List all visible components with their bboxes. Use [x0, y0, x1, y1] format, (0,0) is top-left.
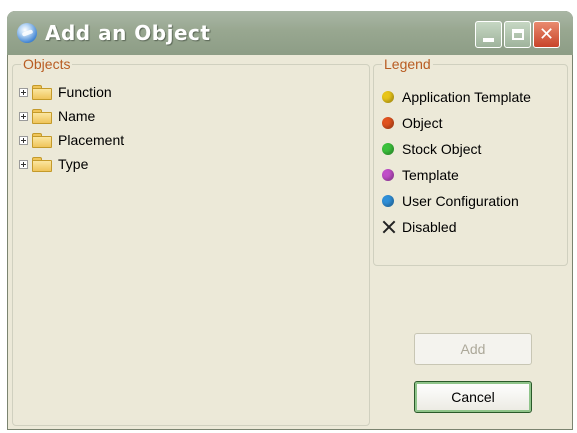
x-icon [382, 220, 396, 234]
tree-item-placement[interactable]: Placement [19, 128, 124, 152]
expand-icon[interactable] [19, 159, 28, 169]
add-object-dialog: Add an Object ✕ Objects Function Name Pl… [7, 11, 573, 430]
folder-icon [32, 157, 52, 172]
app-icon [17, 23, 37, 43]
legend-item-template: Template [382, 162, 531, 188]
legend-list: Application Template Object Stock Object… [382, 84, 531, 240]
tree-item-label: Type [58, 156, 89, 172]
legend-item-application-template: Application Template [382, 84, 531, 110]
maximize-button[interactable] [504, 21, 531, 48]
tree-item-function[interactable]: Function [19, 80, 124, 104]
legend-item-stock-object: Stock Object [382, 136, 531, 162]
legend-item-label: Object [402, 115, 443, 131]
legend-item-disabled: Disabled [382, 214, 531, 240]
tree-item-type[interactable]: Type [19, 152, 124, 176]
legend-item-user-configuration: User Configuration [382, 188, 531, 214]
folder-icon [32, 133, 52, 148]
purple-dot-icon [382, 169, 394, 181]
tree-item-label: Name [58, 108, 96, 124]
green-dot-icon [382, 143, 394, 155]
window-title: Add an Object [45, 21, 211, 45]
yellow-dot-icon [382, 91, 394, 103]
folder-icon [32, 109, 52, 124]
objects-tree: Function Name Placement Type [19, 80, 124, 176]
legend-item-label: Template [402, 167, 459, 183]
folder-icon [32, 85, 52, 100]
add-button[interactable]: Add [414, 333, 532, 365]
title-bar[interactable]: Add an Object ✕ [7, 11, 573, 55]
objects-group: Objects Function Name Placement Type [12, 56, 370, 426]
legend-item-label: User Configuration [402, 193, 519, 209]
red-dot-icon [382, 117, 394, 129]
legend-item-label: Application Template [402, 89, 531, 105]
expand-icon[interactable] [19, 135, 28, 145]
legend-item-object: Object [382, 110, 531, 136]
objects-group-label: Objects [21, 56, 73, 72]
tree-item-name[interactable]: Name [19, 104, 124, 128]
minimize-button[interactable] [475, 21, 502, 48]
legend-item-label: Disabled [402, 219, 457, 235]
blue-dot-icon [382, 195, 394, 207]
expand-icon[interactable] [19, 111, 28, 121]
maximize-icon [511, 29, 524, 40]
legend-item-label: Stock Object [402, 141, 482, 157]
legend-group-label: Legend [382, 56, 433, 72]
cancel-button[interactable]: Cancel [414, 381, 532, 413]
minimize-icon [483, 37, 494, 42]
tree-item-label: Placement [58, 132, 125, 148]
close-button[interactable]: ✕ [533, 21, 560, 48]
tree-item-label: Function [58, 84, 112, 100]
expand-icon[interactable] [19, 87, 28, 97]
legend-group: Legend Application Template Object Stock… [373, 56, 568, 266]
close-icon: ✕ [538, 23, 555, 45]
